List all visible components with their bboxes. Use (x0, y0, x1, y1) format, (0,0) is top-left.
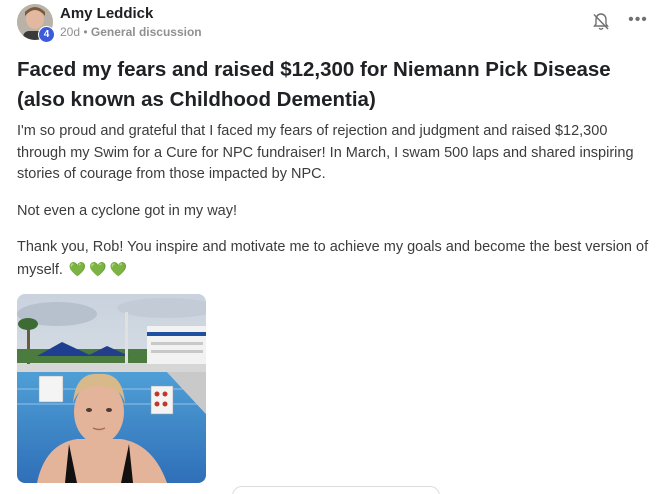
body-paragraph-1: I'm so proud and grateful that I faced m… (17, 123, 634, 182)
green-heart-icon: 💚 (109, 260, 128, 277)
post-category[interactable]: General discussion (91, 25, 202, 39)
author-avatar[interactable]: 4 (17, 4, 55, 43)
post-title: Faced my fears and raised $12,300 for Ni… (17, 58, 611, 111)
body-paragraph-3: Thank you, Rob! You inspire and motivate… (17, 237, 657, 281)
green-heart-icon: 💚 (89, 260, 107, 277)
body-paragraph-2: Not even a cyclone got in my way! (17, 202, 238, 219)
more-horizontal-icon[interactable]: ••• (627, 10, 649, 30)
bell-off-icon[interactable] (592, 12, 610, 32)
bottom-action-pill[interactable] (232, 486, 440, 494)
post-meta: 20d • General discussion (60, 25, 202, 39)
green-heart-icon: 💚 (68, 260, 87, 277)
author-name[interactable]: Amy Leddick (60, 5, 153, 22)
post-body: I'm so proud and grateful that I faced m… (17, 121, 657, 296)
post-age: 20d (60, 25, 81, 39)
post-photo[interactable] (17, 294, 206, 483)
meta-separator: • (83, 25, 88, 39)
level-badge: 4 (38, 26, 55, 43)
green-hearts: 💚 💚 💚 (69, 259, 130, 282)
post-card: 4 Amy Leddick 20d • General discussion •… (0, 0, 672, 494)
